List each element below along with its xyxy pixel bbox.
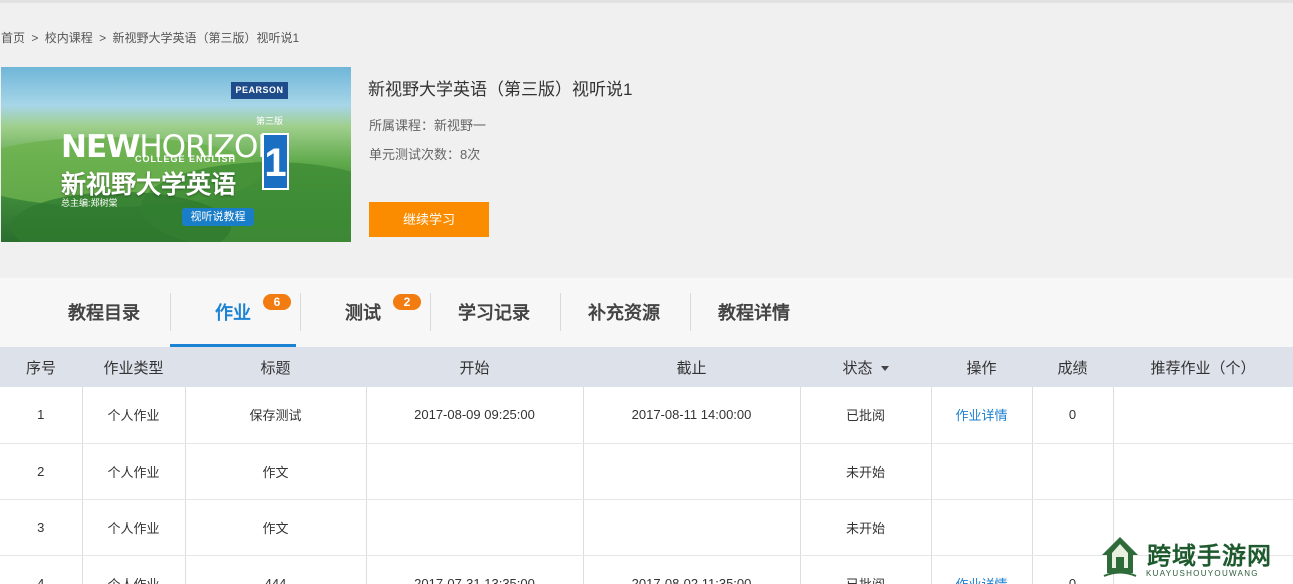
house-logo-icon [1102, 537, 1138, 577]
tab-study-record[interactable]: 学习记录 [430, 293, 558, 347]
site-watermark: 跨域手游网 KUAYUSHOUYOUWANG [1098, 533, 1293, 584]
cell-type: 个人作业 [81, 443, 185, 500]
cover-volume-number: 1 [262, 133, 289, 190]
breadcrumb-home-link[interactable]: 首页 [1, 31, 25, 45]
col-type: 作业类型 [82, 347, 185, 387]
homework-count-badge: 6 [263, 294, 291, 310]
breadcrumb-courses-link[interactable]: 校内课程 [45, 31, 93, 45]
cell-index: 2 [0, 443, 82, 500]
unit-test-count: 单元测试次数：8次 [369, 147, 481, 162]
cell-title: 444 [184, 555, 366, 584]
course-cover-image: PEARSON 第三版 NEWHORIZON COLLEGE ENGLISH 1… [1, 67, 351, 242]
cell-index: 3 [0, 499, 82, 556]
col-status[interactable]: 状态 [800, 347, 931, 387]
cell-index: 4 [0, 555, 82, 584]
cell-deadline [582, 443, 800, 500]
cell-status: 已批阅 [799, 387, 931, 444]
cover-tag: 视听说教程 [182, 208, 254, 226]
cell-title: 保存测试 [184, 387, 366, 444]
cell-action [930, 443, 1032, 500]
cover-logo-bold: NEW [61, 129, 140, 165]
cover-logo-sub: COLLEGE ENGLISH [135, 154, 237, 164]
cell-title: 作文 [184, 499, 366, 556]
course-title: 新视野大学英语（第三版）视听说1 [368, 80, 633, 99]
homework-detail-link[interactable]: 作业详情 [930, 387, 1032, 444]
col-score: 成绩 [1032, 347, 1113, 387]
col-start: 开始 [366, 347, 583, 387]
cell-deadline: 2017-08-11 14:00:00 [582, 387, 800, 444]
table-row: 2 个人作业 作文 未开始 [0, 443, 1293, 500]
cell-recommended [1112, 443, 1293, 500]
cell-index: 1 [0, 387, 82, 444]
col-deadline: 截止 [583, 347, 800, 387]
breadcrumb-separator: > [99, 31, 107, 45]
cell-status: 已批阅 [799, 555, 931, 584]
breadcrumb-separator: > [31, 31, 39, 45]
cell-start [365, 443, 583, 500]
cell-action [930, 499, 1032, 556]
watermark-text: 跨域手游网 [1147, 541, 1272, 570]
cell-start: 2017-07-31 13:35:00 [365, 555, 583, 584]
col-action: 操作 [931, 347, 1032, 387]
cell-type: 个人作业 [81, 555, 185, 584]
col-status-label: 状态 [842, 359, 873, 377]
test-count-badge: 2 [393, 294, 421, 310]
tab-bar: 教程目录 作业 测试 学习记录 补充资源 教程详情 [0, 278, 1293, 347]
cell-score [1031, 443, 1113, 500]
col-index: 序号 [0, 347, 82, 387]
cell-deadline [582, 499, 800, 556]
breadcrumb-current: 新视野大学英语（第三版）视听说1 [112, 31, 300, 45]
table-header-row: 序号 作业类型 标题 开始 截止 状态 操作 成绩 推荐作业（个） [0, 347, 1293, 387]
watermark-subtext: KUAYUSHOUYOUWANG [1146, 569, 1259, 578]
cell-recommended [1112, 387, 1293, 444]
cover-edition: 第三版 [256, 116, 284, 126]
homework-detail-link[interactable]: 作业详情 [930, 555, 1032, 584]
tab-details[interactable]: 教程详情 [690, 293, 818, 347]
cell-type: 个人作业 [81, 387, 185, 444]
top-border [0, 0, 1293, 3]
publisher-logo: PEARSON [231, 82, 288, 99]
tab-catalog[interactable]: 教程目录 [40, 293, 168, 347]
continue-learning-button[interactable]: 继续学习 [369, 202, 489, 237]
cover-editor: 总主编:郑树棠 [61, 198, 118, 208]
tab-resources[interactable]: 补充资源 [560, 293, 688, 347]
cell-start: 2017-08-09 09:25:00 [365, 387, 583, 444]
col-recommended: 推荐作业（个） [1113, 347, 1293, 387]
table-row: 1 个人作业 保存测试 2017-08-09 09:25:00 2017-08-… [0, 387, 1293, 444]
cell-status: 未开始 [799, 443, 931, 500]
cell-deadline: 2017-08-02 11:35:00 [582, 555, 800, 584]
cell-score: 0 [1031, 387, 1113, 444]
cell-status: 未开始 [799, 499, 931, 556]
course-belongs: 所属课程：新视野一 [369, 118, 487, 133]
cell-start [365, 499, 583, 556]
breadcrumb: 首页 > 校内课程 > 新视野大学英语（第三版）视听说1 [1, 29, 302, 46]
cell-type: 个人作业 [81, 499, 185, 556]
caret-down-icon[interactable] [880, 366, 889, 372]
col-title: 标题 [185, 347, 366, 387]
cell-title: 作文 [184, 443, 366, 500]
